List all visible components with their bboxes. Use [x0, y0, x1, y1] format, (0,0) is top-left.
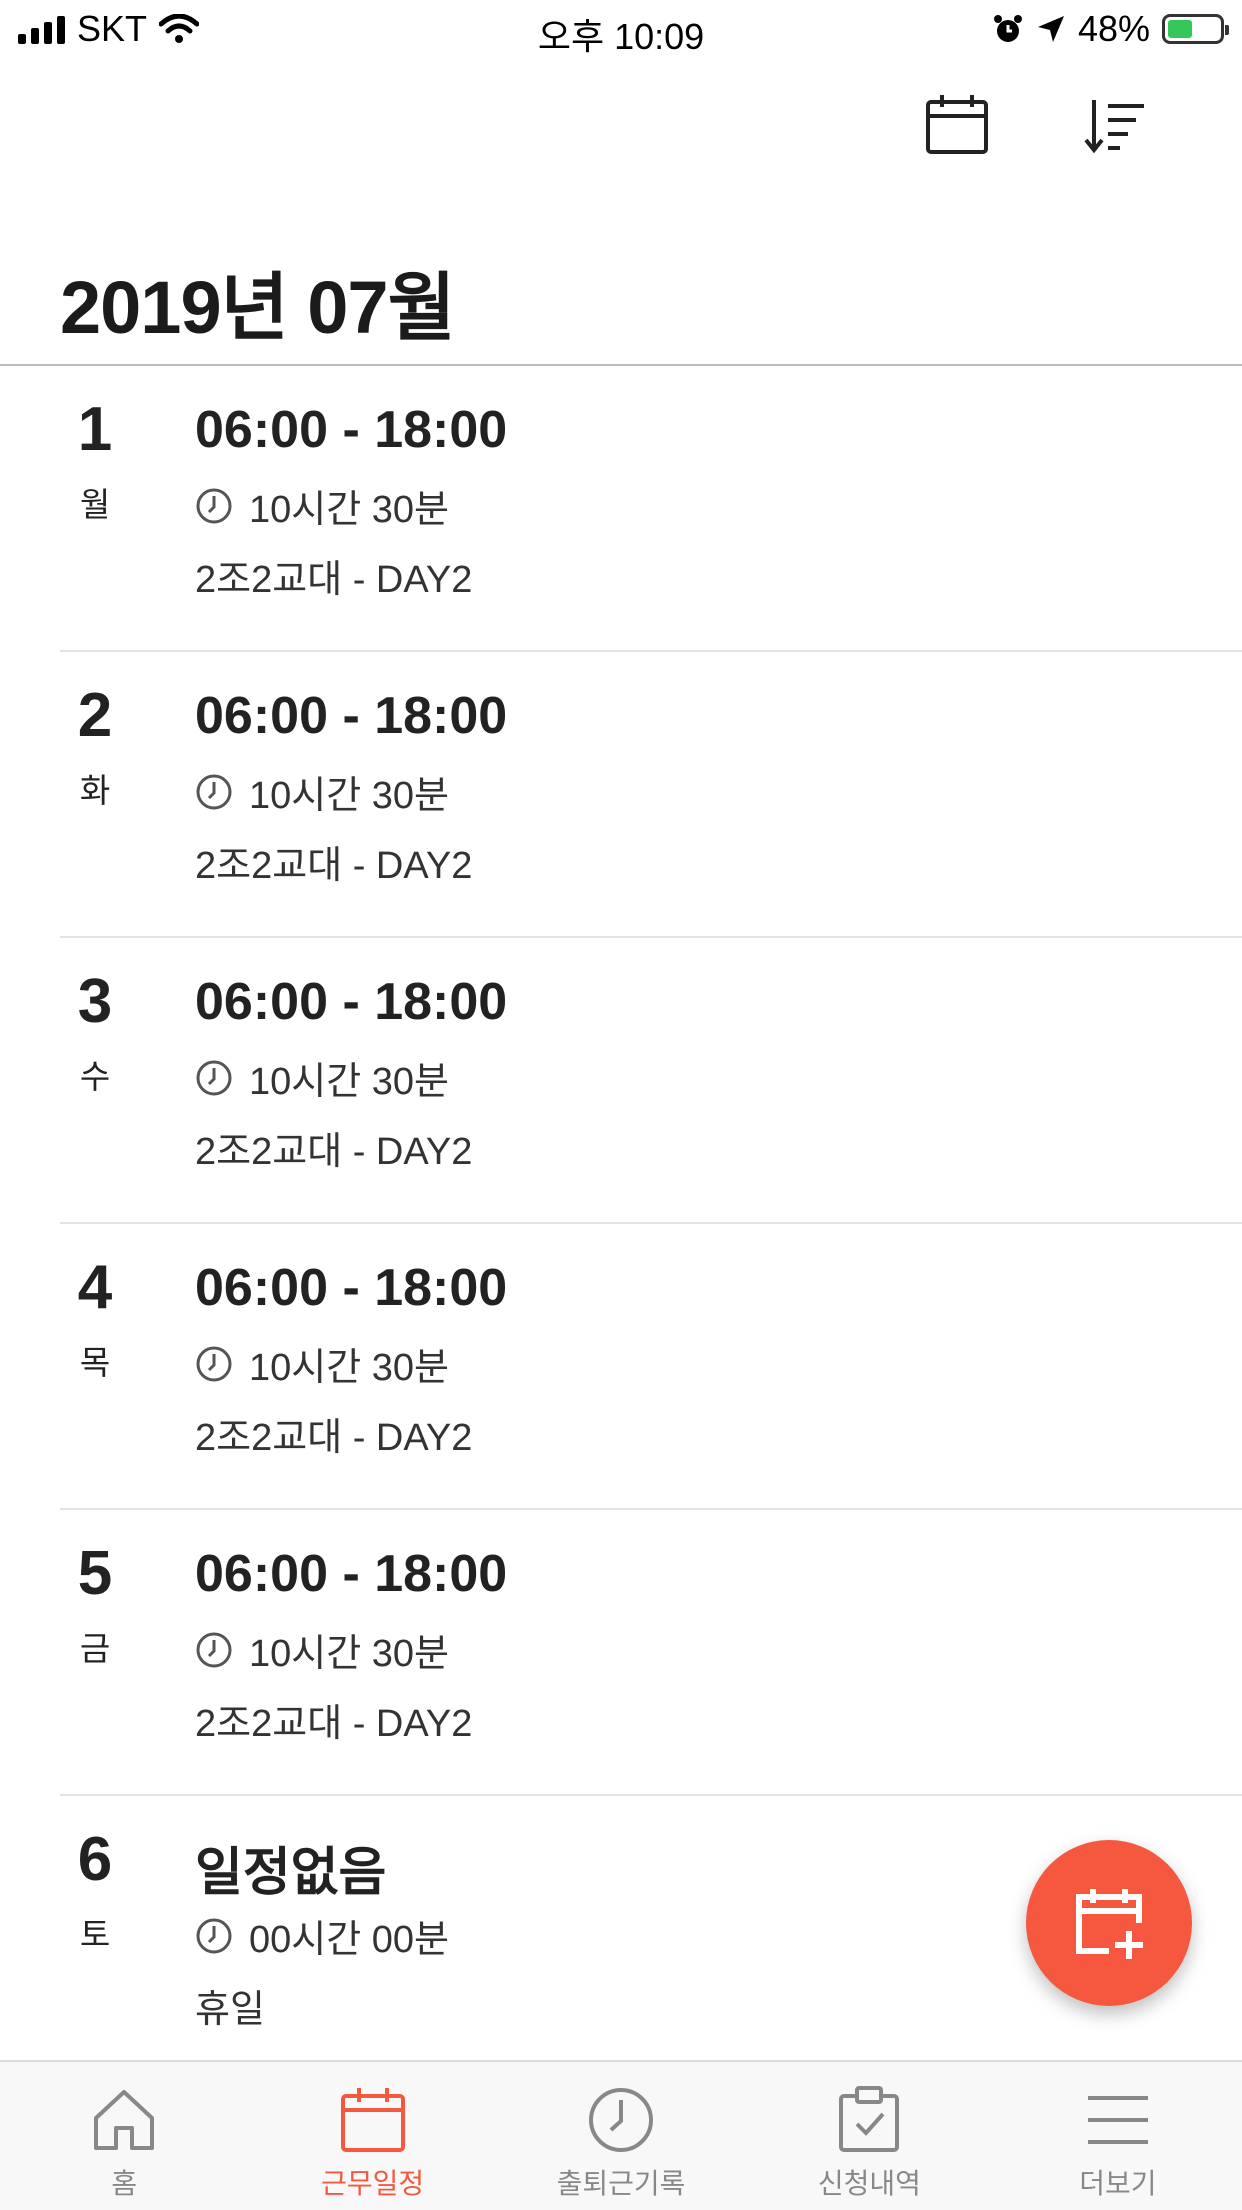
tab-attendance[interactable]: 출퇴근기록 — [497, 2062, 745, 2210]
tab-requests-label: 신청내역 — [817, 2168, 921, 2199]
tab-requests[interactable]: 신청내역 — [745, 2062, 993, 2210]
schedule-row[interactable]: 5 금 06:00 - 18:00 10시간 30분 2조2교대 - DAY2 — [0, 1510, 1242, 1796]
add-schedule-button[interactable] — [1026, 1840, 1192, 2006]
shift-time: 06:00 - 18:00 — [195, 401, 508, 459]
weekday-label: 수 — [79, 1058, 111, 1095]
work-duration: 00시간 00분 — [195, 1908, 449, 1963]
bottom-tab-bar: 홈 근무일정 출퇴근기록 신청내역 더보기 — [0, 2060, 1242, 2210]
shift-time: 06:00 - 18:00 — [195, 687, 508, 745]
calendar-view-button[interactable] — [922, 90, 992, 160]
clock-icon — [195, 487, 233, 525]
calendar-plus-icon — [1076, 1889, 1143, 1959]
sort-button[interactable] — [1082, 90, 1152, 160]
tab-more[interactable]: 더보기 — [994, 2062, 1242, 2210]
work-duration: 10시간 30분 — [195, 1050, 449, 1105]
shift-time: 06:00 - 18:00 — [195, 1545, 508, 1603]
schedule-row[interactable]: 4 목 06:00 - 18:00 10시간 30분 2조2교대 - DAY2 — [0, 1224, 1242, 1510]
weekday-label: 월 — [79, 486, 111, 523]
alarm-icon — [993, 15, 1022, 42]
duration-text: 00시간 00분 — [249, 1919, 449, 1961]
clock-icon — [195, 1059, 233, 1097]
shift-type: 2조2교대 - DAY2 — [195, 1131, 473, 1173]
schedule-list: 1 월 06:00 - 18:00 10시간 30분 2조2교대 - DAY2 2 화 06:… — [0, 366, 1242, 2082]
shift-type: 2조2교대 - DAY2 — [195, 845, 473, 887]
battery-icon — [1162, 14, 1229, 44]
status-right: 48% — [992, 8, 1229, 50]
duration-text: 10시간 30분 — [249, 1347, 449, 1389]
day-number: 4 — [77, 1253, 113, 1322]
shift-time: 일정없음 — [195, 1844, 387, 1902]
weekday-label: 토 — [79, 1916, 111, 1953]
month-title: 2019년 07월 — [60, 266, 456, 349]
duration-text: 10시간 30분 — [249, 1633, 449, 1675]
work-duration: 10시간 30분 — [195, 1622, 449, 1677]
shift-type: 휴일 — [195, 1989, 265, 2031]
schedule-row[interactable]: 3 수 06:00 - 18:00 10시간 30분 2조2교대 - DAY2 — [0, 938, 1242, 1224]
weekday-label: 화 — [79, 772, 111, 809]
battery-percent: 48% — [1077, 8, 1150, 49]
clock-icon — [195, 1631, 233, 1669]
checklist-icon — [839, 2086, 900, 2152]
status-bar: SKT 오후 10:09 48% — [0, 0, 1242, 60]
menu-icon — [1087, 2096, 1148, 2144]
home-icon — [94, 2090, 155, 2150]
tab-home[interactable]: 홈 — [0, 2062, 248, 2210]
shift-time: 06:00 - 18:00 — [195, 973, 508, 1031]
weekday-label: 목 — [79, 1344, 111, 1381]
day-number: 3 — [77, 967, 113, 1036]
day-number: 2 — [77, 681, 113, 750]
work-duration: 10시간 30분 — [195, 478, 449, 533]
duration-text: 10시간 30분 — [249, 1061, 449, 1103]
shift-type: 2조2교대 - DAY2 — [195, 1417, 473, 1459]
weekday-label: 금 — [79, 1630, 111, 1667]
clock-icon — [195, 1917, 233, 1955]
tab-schedule[interactable]: 근무일정 — [248, 2062, 496, 2210]
schedule-row[interactable]: 2 화 06:00 - 18:00 10시간 30분 2조2교대 - DAY2 — [0, 652, 1242, 938]
duration-text: 10시간 30분 — [249, 489, 449, 531]
day-number: 1 — [77, 395, 113, 464]
calendar-icon — [926, 95, 988, 154]
shift-type: 2조2교대 - DAY2 — [195, 1703, 473, 1745]
clock-icon — [195, 1345, 233, 1383]
day-number: 5 — [77, 1539, 113, 1608]
clock-icon — [195, 773, 233, 811]
shift-time: 06:00 - 18:00 — [195, 1259, 508, 1317]
tab-more-label: 더보기 — [1079, 2168, 1157, 2199]
location-icon — [1037, 16, 1064, 42]
calendar-icon — [340, 2088, 405, 2152]
work-duration: 10시간 30분 — [195, 1336, 449, 1391]
duration-text: 10시간 30분 — [249, 775, 449, 817]
work-duration: 10시간 30분 — [195, 764, 449, 819]
tab-home-label: 홈 — [111, 2168, 138, 2199]
schedule-row[interactable]: 1 월 06:00 - 18:00 10시간 30분 2조2교대 - DAY2 — [0, 366, 1242, 652]
tab-schedule-label: 근무일정 — [321, 2168, 425, 2199]
day-number: 6 — [77, 1825, 113, 1894]
clock-icon — [589, 2088, 654, 2152]
sort-icon — [1084, 100, 1144, 154]
shift-type: 2조2교대 - DAY2 — [195, 559, 473, 601]
tab-attendance-label: 출퇴근기록 — [556, 2168, 686, 2199]
